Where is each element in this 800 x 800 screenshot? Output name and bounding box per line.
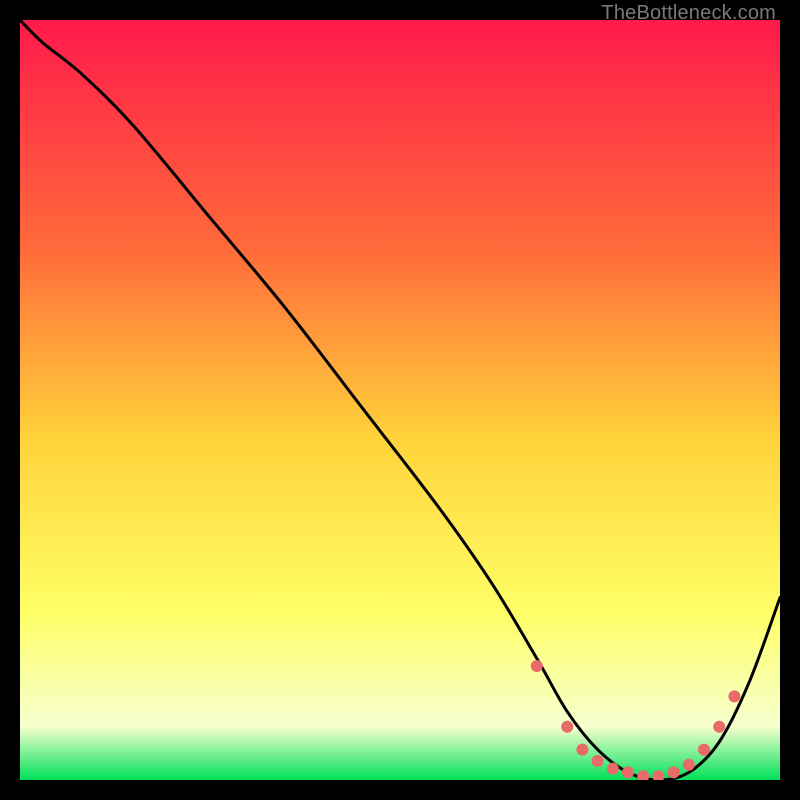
marker-dot [668, 766, 680, 778]
marker-dot [607, 763, 619, 775]
marker-dot [728, 690, 740, 702]
marker-dot [561, 721, 573, 733]
marker-dot [576, 744, 588, 756]
gradient-background [20, 20, 780, 780]
marker-dot [683, 759, 695, 771]
bottleneck-chart [20, 20, 780, 780]
marker-dot [713, 721, 725, 733]
chart-frame [20, 20, 780, 780]
marker-dot [592, 755, 604, 767]
watermark-text: TheBottleneck.com [601, 2, 776, 25]
marker-dot [531, 660, 543, 672]
marker-dot [698, 744, 710, 756]
marker-dot [622, 766, 634, 778]
